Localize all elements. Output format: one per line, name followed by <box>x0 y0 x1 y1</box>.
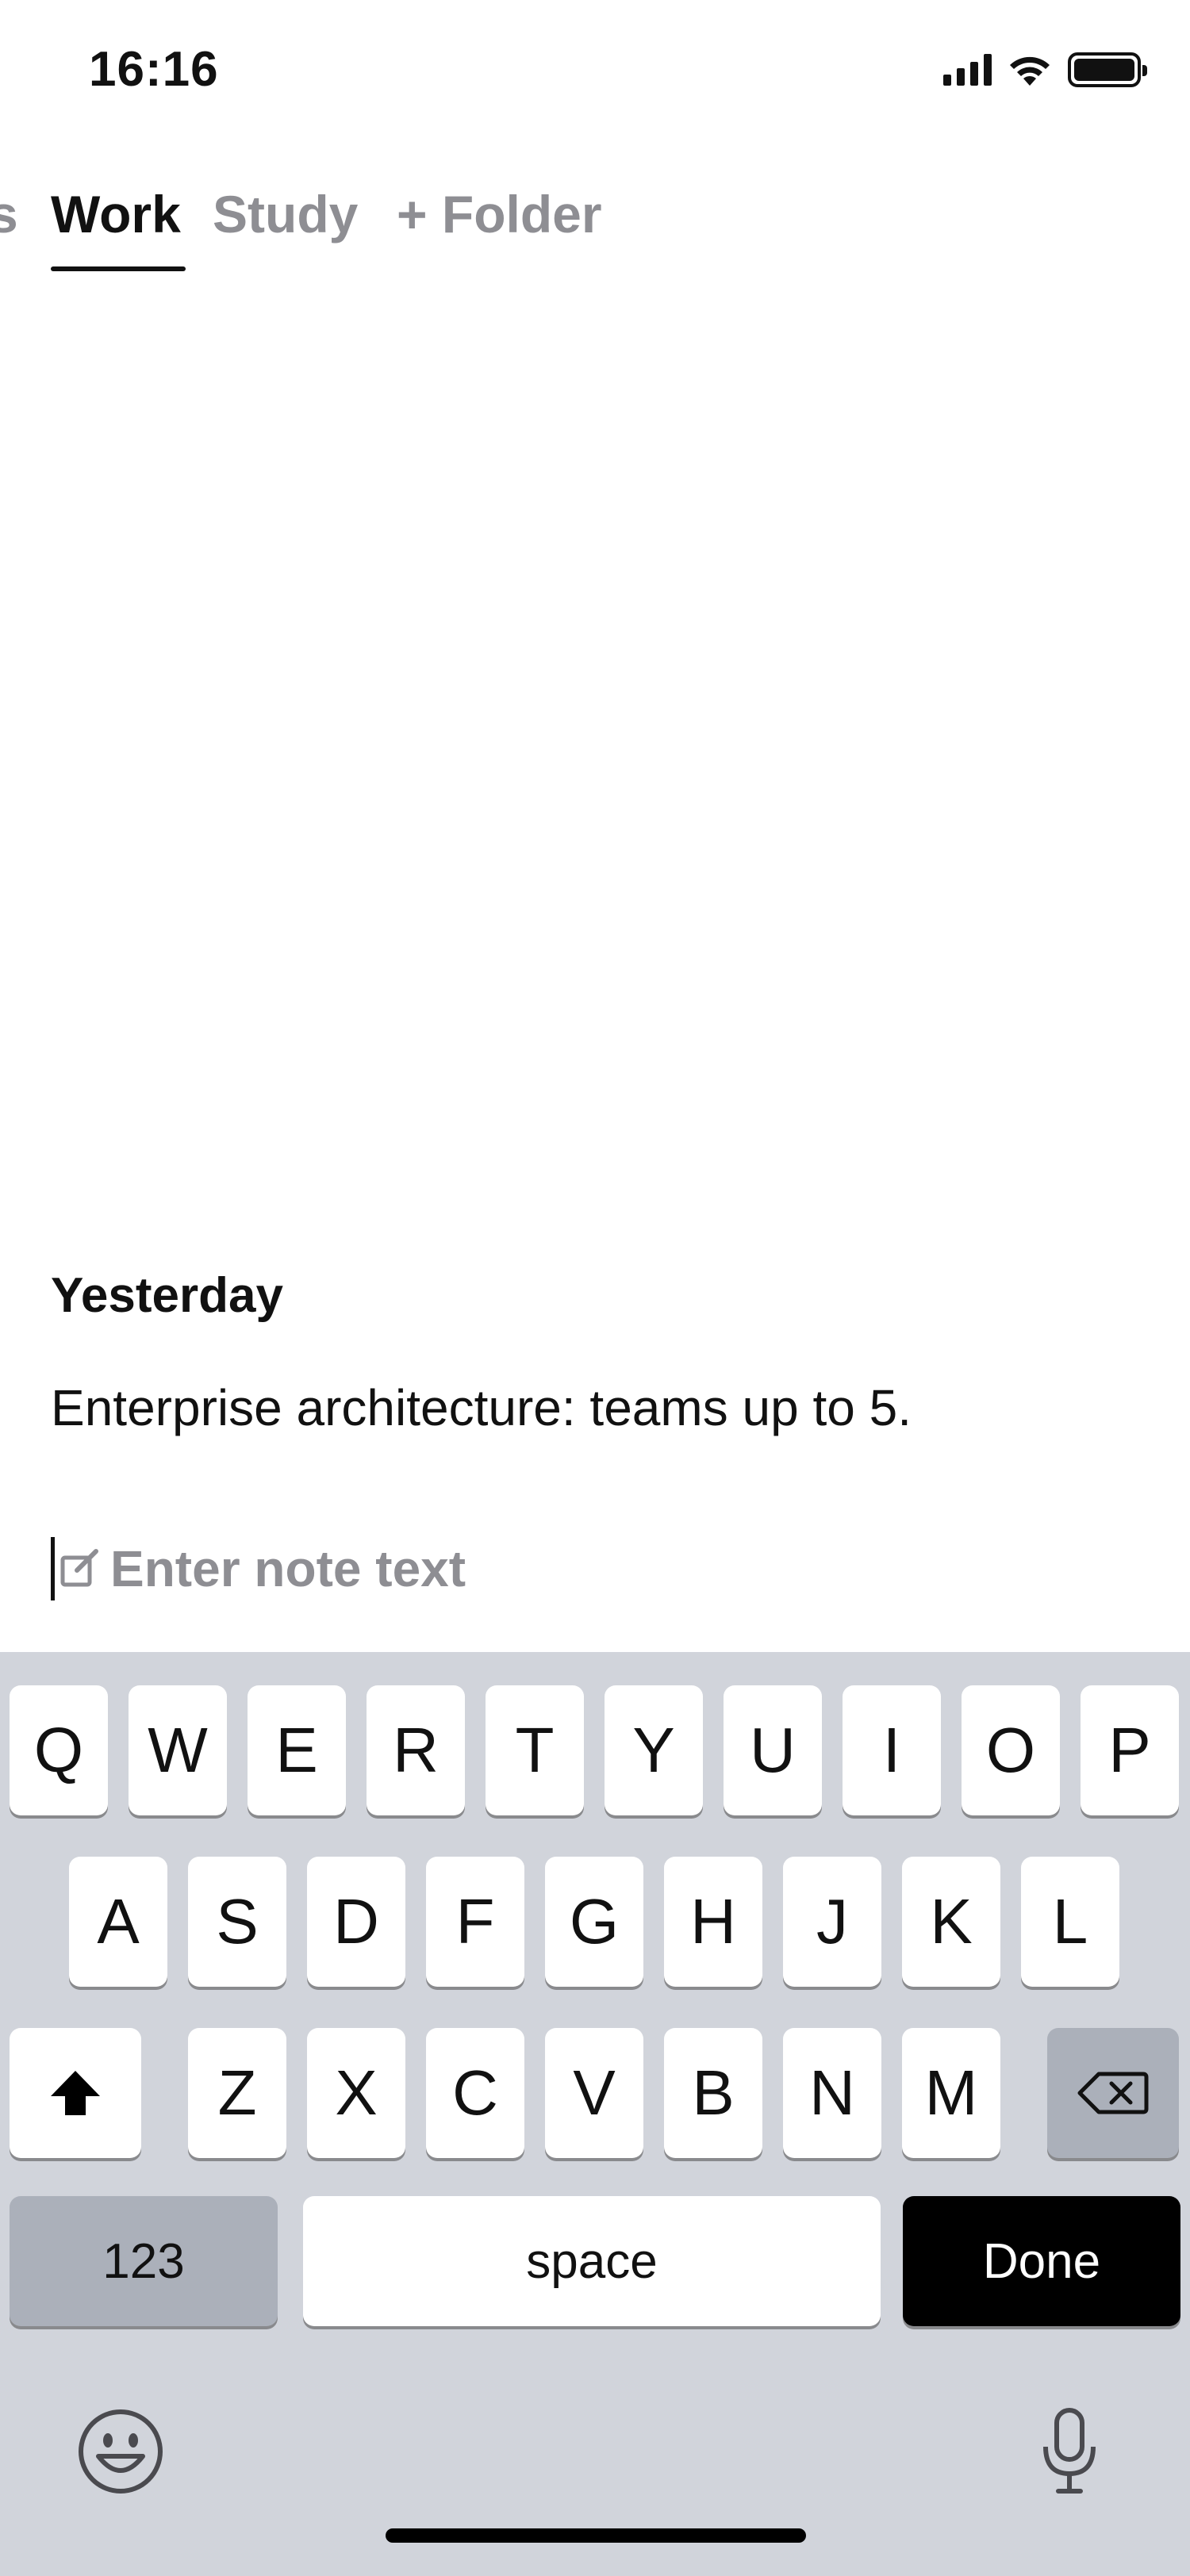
status-time: 16:16 <box>89 42 219 97</box>
key-g[interactable]: G <box>545 1857 643 1987</box>
tab-partial[interactable]: s <box>0 184 18 244</box>
tab-study[interactable]: Study <box>213 184 358 244</box>
key-w[interactable]: W <box>129 1685 227 1815</box>
active-tab-indicator <box>51 266 186 271</box>
key-l[interactable]: L <box>1021 1857 1119 1987</box>
key-n[interactable]: N <box>783 2028 881 2158</box>
compose-icon <box>60 1549 98 1587</box>
key-j[interactable]: J <box>783 1857 881 1987</box>
key-u[interactable]: U <box>724 1685 822 1815</box>
key-i[interactable]: I <box>843 1685 941 1815</box>
numbers-key[interactable]: 123 <box>10 2196 278 2326</box>
text-cursor <box>51 1537 55 1600</box>
key-f[interactable]: F <box>426 1857 524 1987</box>
key-z[interactable]: Z <box>188 2028 286 2158</box>
key-p[interactable]: P <box>1081 1685 1179 1815</box>
key-a[interactable]: A <box>69 1857 167 1987</box>
key-k[interactable]: K <box>902 1857 1000 1987</box>
done-button[interactable]: Done <box>903 2196 1180 2326</box>
key-m[interactable]: M <box>902 2028 1000 2158</box>
backspace-key[interactable] <box>1047 2028 1179 2158</box>
home-indicator[interactable] <box>386 2528 806 2543</box>
note-item[interactable]: Enterprise architecture: teams up to 5. <box>51 1378 912 1437</box>
add-folder-tab[interactable]: + Folder <box>397 184 602 244</box>
backspace-icon <box>1077 2072 1149 2114</box>
key-x[interactable]: X <box>307 2028 405 2158</box>
note-input[interactable]: Enter note text <box>51 1535 466 1602</box>
key-o[interactable]: O <box>962 1685 1060 1815</box>
key-q[interactable]: Q <box>10 1685 108 1815</box>
key-r[interactable]: R <box>367 1685 465 1815</box>
key-s[interactable]: S <box>188 1857 286 1987</box>
microphone-icon[interactable] <box>1039 2407 1100 2496</box>
emoji-icon[interactable] <box>76 2407 165 2496</box>
key-y[interactable]: Y <box>605 1685 703 1815</box>
key-b[interactable]: B <box>664 2028 762 2158</box>
battery-icon <box>1068 52 1147 87</box>
key-h[interactable]: H <box>664 1857 762 1987</box>
cellular-signal-icon <box>943 54 992 86</box>
key-e[interactable]: E <box>248 1685 346 1815</box>
tab-work[interactable]: Work <box>51 184 181 244</box>
shift-key[interactable] <box>10 2028 141 2158</box>
key-t[interactable]: T <box>486 1685 584 1815</box>
status-icons <box>943 52 1147 87</box>
key-d[interactable]: D <box>307 1857 405 1987</box>
key-c[interactable]: C <box>426 2028 524 2158</box>
input-placeholder: Enter note text <box>110 1540 466 1597</box>
key-v[interactable]: V <box>545 2028 643 2158</box>
space-key[interactable]: space <box>303 2196 881 2326</box>
keyboard: Q W E R T Y U I O P A S D F G H J K L Z … <box>0 1652 1190 2576</box>
shift-icon <box>51 2071 100 2115</box>
wifi-icon <box>1010 56 1050 86</box>
section-header-yesterday: Yesterday <box>51 1268 283 1323</box>
